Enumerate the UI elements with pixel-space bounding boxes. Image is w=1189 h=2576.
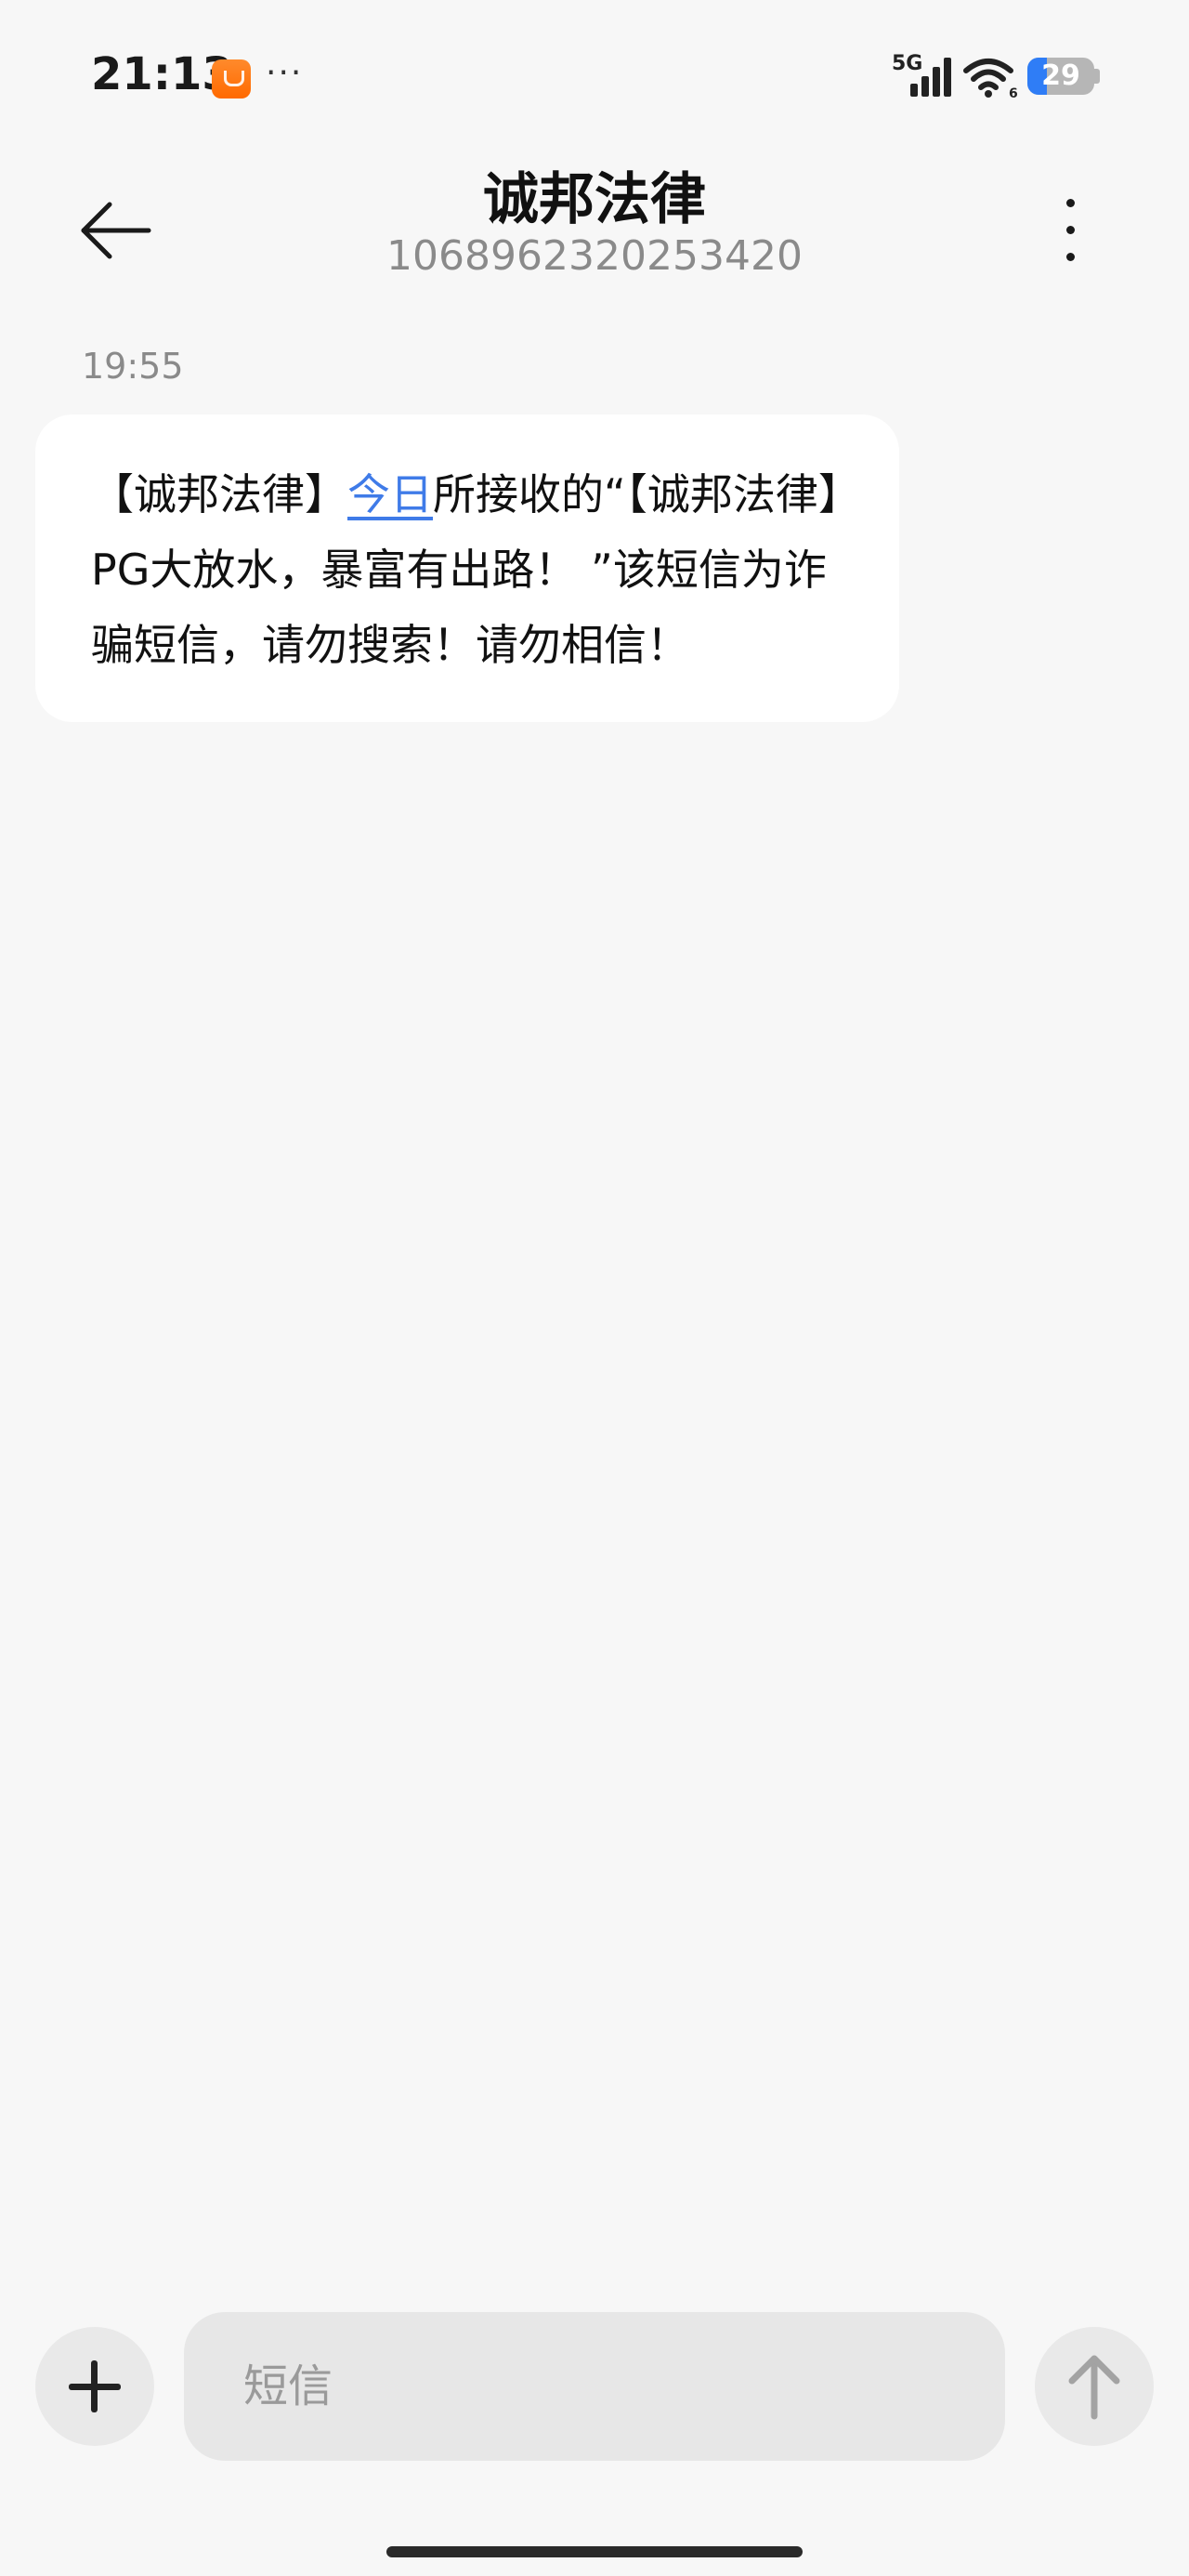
add-attachment-button[interactable] <box>35 2327 154 2446</box>
contact-name: 诚邦法律 <box>483 167 706 232</box>
home-indicator[interactable] <box>386 2546 803 2557</box>
signal-icon <box>910 58 951 97</box>
message-bubble[interactable]: 【诚邦法律】今日所接收的“【诚邦法律】PG大放水，暴富有出路！ ”该短信为诈骗短… <box>35 414 899 722</box>
more-notifications-icon: ··· <box>266 54 304 92</box>
send-button[interactable] <box>1035 2327 1154 2446</box>
wifi-suffix: 6 <box>1009 86 1018 99</box>
battery-level: 29 <box>1041 59 1080 92</box>
taobao-notification-icon <box>212 59 251 99</box>
message-date-link[interactable]: 今日 <box>347 469 433 519</box>
message-text-prefix: 【诚邦法律】 <box>91 469 347 519</box>
more-vertical-icon[interactable] <box>1050 191 1091 269</box>
status-bar: 21:13 ··· 5G 6 29 <box>0 0 1189 139</box>
conversation-header: 诚邦法律 1068962320253420 <box>0 139 1189 297</box>
battery-icon: 29 <box>1027 56 1100 97</box>
wifi-icon: 6 <box>963 59 1018 99</box>
contact-number: 1068962320253420 <box>386 232 803 280</box>
message-input[interactable] <box>184 2312 1005 2461</box>
message-timestamp: 19:55 <box>82 346 184 387</box>
